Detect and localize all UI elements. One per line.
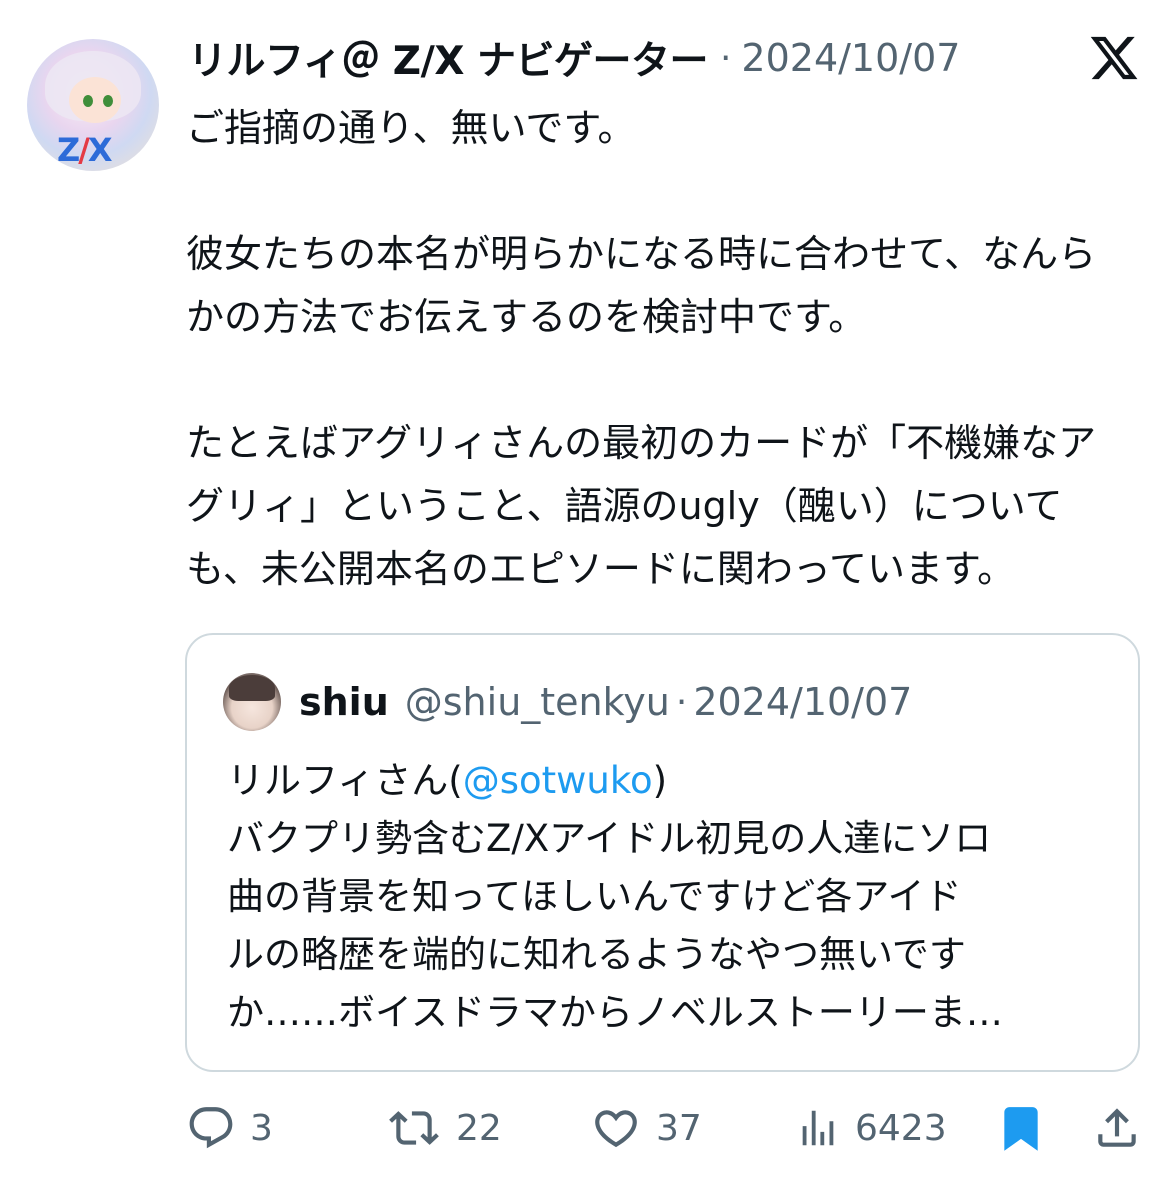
avatar-face bbox=[69, 77, 121, 123]
share-button[interactable] bbox=[1092, 1098, 1142, 1158]
bookmark-button[interactable] bbox=[996, 1098, 1046, 1158]
quoted-line: 曲の背景を知ってほしいんですけど各アイド bbox=[227, 875, 962, 918]
avatar-eye bbox=[83, 95, 93, 107]
like-count: 37 bbox=[656, 1107, 702, 1149]
x-logo-icon[interactable] bbox=[1086, 32, 1142, 84]
avatar-eye bbox=[103, 95, 113, 107]
quoted-line: ルの略歴を端的に知れるようなやつ無いです bbox=[227, 933, 966, 976]
retweet-button[interactable]: 22 bbox=[386, 1098, 502, 1158]
tweet-paragraph: 彼女たちの本名が明らかになる時に合わせて、なんらかの方法でお伝えするのを検討中で… bbox=[186, 232, 1097, 339]
quoted-tweet-date: 2024/10/07 bbox=[693, 680, 913, 724]
tweet-paragraph: たとえばアグリィさんの最初のカードが「不機嫌なアグリィ」ということ、語源のugl… bbox=[186, 421, 1097, 591]
views-count: 6423 bbox=[855, 1107, 947, 1149]
reply-button[interactable]: 3 bbox=[186, 1098, 273, 1158]
quoted-author-name: shiu bbox=[299, 680, 389, 724]
quoted-avatar-hair bbox=[229, 675, 275, 701]
quoted-author-handle: @shiu_tenkyu bbox=[404, 680, 670, 724]
quoted-tweet-body: リルフィさん(@sotwuko) バクプリ勢含むZ/Xアイドル初見の人達にソロ … bbox=[227, 752, 1107, 1042]
bookmark-icon bbox=[1004, 1107, 1038, 1151]
author-display-name[interactable]: リルフィ＠ Z/X ナビゲーター bbox=[188, 30, 708, 86]
views-button[interactable]: 6423 bbox=[795, 1098, 947, 1158]
quoted-header-separator: · bbox=[675, 681, 688, 723]
quoted-line: バクプリ勢含むZ/Xアイドル初見の人達にソロ bbox=[227, 817, 992, 860]
quoted-line-prefix: リルフィさん( bbox=[227, 759, 463, 802]
quoted-author-avatar bbox=[223, 673, 281, 731]
like-button[interactable]: 37 bbox=[590, 1098, 702, 1158]
share-icon bbox=[1098, 1108, 1136, 1147]
retweet-icon bbox=[389, 1111, 439, 1145]
author-avatar[interactable]: Z/X bbox=[27, 39, 159, 171]
quoted-tweet-header: shiu @shiu_tenkyu · 2024/10/07 bbox=[299, 677, 912, 727]
tweet-paragraph: ご指摘の通り、無いです。 bbox=[186, 106, 636, 150]
tweet-actions: 3 22 37 6423 bbox=[0, 1098, 1170, 1158]
avatar-logo: Z/X bbox=[57, 131, 113, 169]
tweet-body: ご指摘の通り、無いです。 彼女たちの本名が明らかになる時に合わせて、なんらかの方… bbox=[186, 97, 1126, 601]
like-icon bbox=[595, 1110, 637, 1148]
quoted-tweet[interactable]: shiu @shiu_tenkyu · 2024/10/07 リルフィさん(@s… bbox=[185, 633, 1140, 1072]
retweet-count: 22 bbox=[456, 1107, 502, 1149]
reply-count: 3 bbox=[250, 1107, 273, 1149]
reply-icon bbox=[189, 1107, 233, 1149]
header-separator: · bbox=[719, 37, 732, 79]
tweet-date[interactable]: 2024/10/07 bbox=[741, 36, 960, 80]
quoted-line-suffix: ) bbox=[652, 759, 668, 802]
mention-link[interactable]: @sotwuko bbox=[463, 759, 653, 802]
quoted-line: か……ボイスドラマからノベルストーリーま… bbox=[227, 991, 1003, 1034]
views-icon bbox=[802, 1110, 834, 1146]
quoted-line: リルフィさん(@sotwuko) bbox=[227, 752, 1107, 810]
tweet-header: リルフィ＠ Z/X ナビゲーター · 2024/10/07 bbox=[188, 30, 960, 86]
